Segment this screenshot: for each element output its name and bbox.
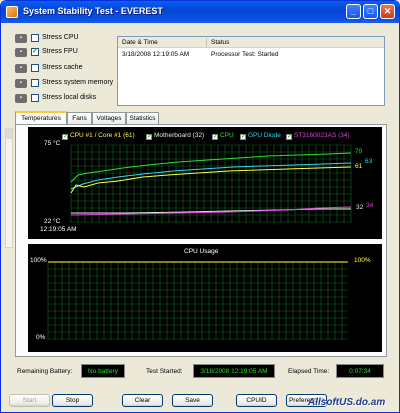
temp-y-bottom-label: 22 °C: [44, 218, 61, 225]
row-datetime: 3/18/2008 12:19:05 AM: [122, 51, 190, 58]
watermark-text: AllsoftUS.do.am: [308, 397, 386, 408]
stress-cache-label: Stress cache: [42, 64, 83, 71]
stress-memory-label: Stress system memory: [42, 79, 114, 86]
stress-fpu-label: Stress FPU: [42, 48, 78, 55]
close-button[interactable]: ✕: [380, 4, 395, 19]
legend-cpu-checkbox[interactable]: ✓: [212, 134, 218, 140]
temp-y-top-label: 75 °C: [44, 140, 61, 147]
gpu-end-value: 63: [365, 158, 373, 165]
cpu-end-value: 70: [355, 148, 363, 155]
tab-fans[interactable]: Fans: [67, 112, 92, 124]
tab-temperatures[interactable]: Temperatures: [15, 111, 67, 125]
legend-core-checkbox[interactable]: ✓: [62, 134, 68, 140]
cpu-usage-graph: CPU Usage 100% 0% 100%: [28, 244, 382, 352]
temperature-graph: ✓ CPU #1 / Core #1 (61) ✓ Motherboard (32)…: [28, 127, 382, 239]
elapsed-time-value: 0:07:34: [336, 364, 384, 378]
graph-scrollbar[interactable]: [4, 127, 14, 249]
legend-motherboard[interactable]: ✓ Motherboard (32): [146, 132, 204, 140]
title-bar[interactable]: System Stability Test - EVEREST _ □ ✕: [1, 1, 399, 23]
legend-gpu-label: GPU Diode: [248, 132, 281, 139]
tab-statistics[interactable]: Statistics: [126, 112, 159, 124]
stress-disks-checkbox[interactable]: [31, 94, 39, 102]
start-button[interactable]: Start: [9, 394, 50, 407]
battery-label: Remaining Battery:: [17, 368, 73, 375]
disk-icon: ▪: [15, 94, 27, 103]
mb-end-value: 32: [356, 204, 364, 211]
test-started-label: Test Started:: [146, 368, 183, 375]
row-status: Processor Test: Started: [211, 51, 279, 58]
stability-test-window: System Stability Test - EVEREST _ □ ✕ ▪ …: [0, 0, 400, 413]
legend-hdd-checkbox[interactable]: ✓: [286, 134, 292, 140]
elapsed-time-label: Elapsed Time:: [288, 368, 330, 375]
stress-cpu-option[interactable]: ▪ Stress CPU: [15, 33, 115, 45]
stress-cpu-label: Stress CPU: [42, 34, 79, 41]
core-end-value: 61: [355, 163, 363, 170]
cpuid-button[interactable]: CPUID: [236, 394, 277, 407]
everest-app-icon: [6, 6, 18, 18]
maximize-button[interactable]: □: [363, 4, 378, 19]
cpu-y-bottom-label: 0%: [36, 334, 46, 341]
legend-motherboard-checkbox[interactable]: ✓: [146, 134, 152, 140]
legend-hdd[interactable]: ✓ ST3160023AS (34): [286, 132, 350, 140]
stress-fpu-option[interactable]: ▪ ✓ Stress FPU: [15, 47, 115, 59]
save-button[interactable]: Save: [172, 394, 213, 407]
clear-button[interactable]: Clear: [122, 394, 163, 407]
test-started-value: 3/18/2008 12:19:05 AM: [193, 364, 275, 378]
battery-value: No battery: [81, 364, 125, 378]
legend-cpu-label: CPU: [220, 132, 234, 139]
legend-motherboard-label: Motherboard (32): [154, 132, 205, 139]
log-header: Date & Time Status: [118, 37, 384, 48]
hdd-end-value: 34: [366, 202, 374, 209]
stress-memory-checkbox[interactable]: [31, 79, 39, 87]
stress-cache-option[interactable]: ▪ Stress cache: [15, 63, 115, 75]
cpu-y-top-label: 100%: [30, 257, 47, 264]
cpu-y-right-label: 100%: [354, 257, 371, 264]
stress-cache-checkbox[interactable]: [31, 64, 39, 72]
stress-disks-option[interactable]: ▪ Stress local disks: [15, 93, 115, 105]
legend-hdd-label: ST3160023AS (34): [294, 132, 350, 139]
minimize-button[interactable]: _: [346, 4, 361, 19]
memory-icon: ▪: [15, 79, 27, 88]
column-status[interactable]: Status: [211, 39, 229, 46]
legend-core[interactable]: ✓ CPU #1 / Core #1 (61): [62, 132, 135, 140]
column-separator: [206, 38, 207, 47]
fpu-icon: ▪: [15, 48, 27, 57]
stop-button[interactable]: Stop: [52, 394, 93, 407]
legend-gpu[interactable]: ✓ GPU Diode: [240, 132, 281, 140]
event-log-list[interactable]: Date & Time Status 3/18/2008 12:19:05 AM…: [117, 36, 385, 106]
stress-cpu-checkbox[interactable]: [31, 34, 39, 42]
temp-x-start-label: 12:19:05 AM: [40, 226, 77, 233]
tab-voltages[interactable]: Voltages: [92, 112, 126, 124]
stress-fpu-checkbox[interactable]: ✓: [31, 48, 39, 56]
stress-memory-option[interactable]: ▪ Stress system memory: [15, 78, 115, 90]
stress-disks-label: Stress local disks: [42, 94, 97, 101]
legend-cpu[interactable]: ✓ CPU: [212, 132, 234, 140]
cpu-icon: ▪: [15, 34, 27, 43]
cpu-graph-title: CPU Usage: [184, 248, 219, 255]
column-datetime[interactable]: Date & Time: [122, 39, 158, 46]
legend-gpu-checkbox[interactable]: ✓: [240, 134, 246, 140]
window-title: System Stability Test - EVEREST: [23, 6, 163, 16]
cache-icon: ▪: [15, 64, 27, 73]
legend-core-label: CPU #1 / Core #1 (61): [70, 132, 135, 139]
